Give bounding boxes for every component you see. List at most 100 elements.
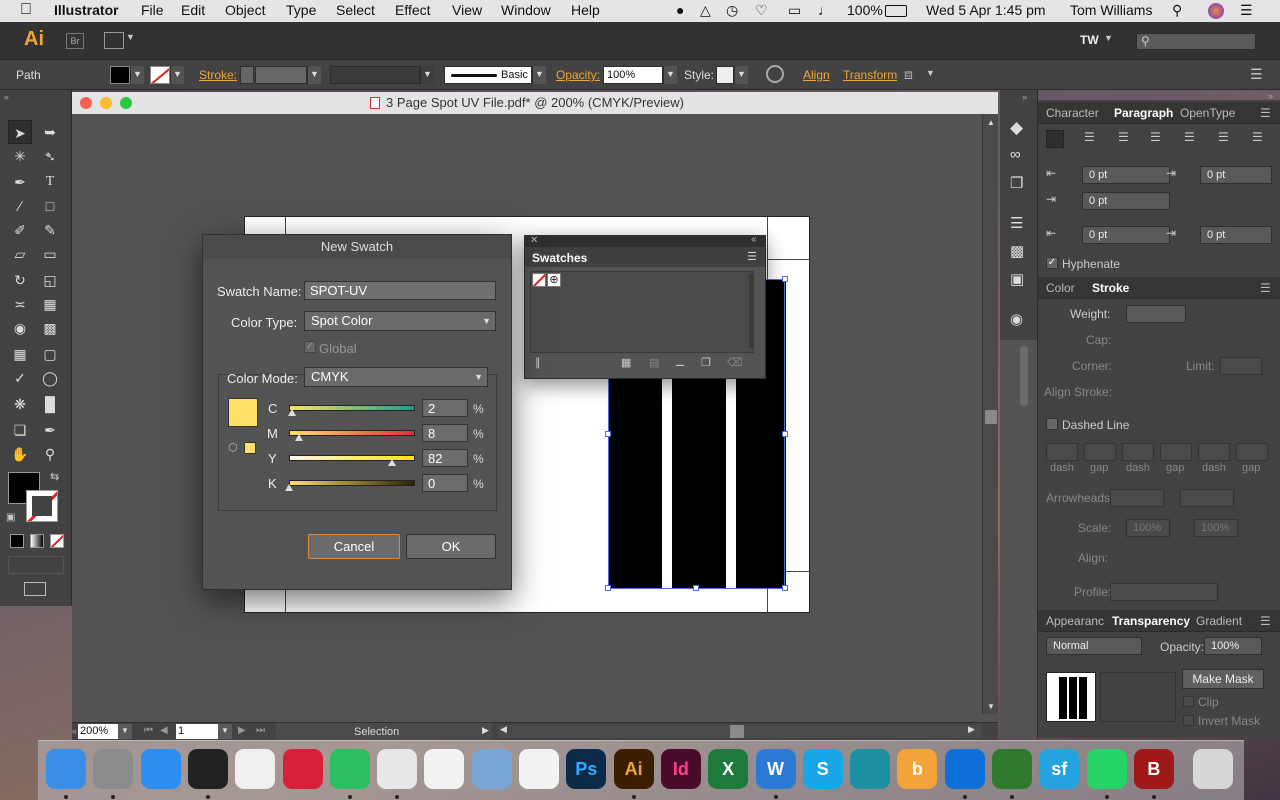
space-before-field[interactable]: 0 pt — [1082, 226, 1170, 244]
scroll-left-icon[interactable]: ◀ — [500, 724, 507, 735]
zoom-level-field[interactable]: 200% — [78, 724, 118, 739]
menu-effect[interactable]: Effect — [395, 2, 431, 18]
global-checkbox[interactable]: ✓ — [304, 341, 316, 353]
swatch-registration[interactable]: ⊕ — [547, 273, 561, 287]
opacity-link[interactable]: Opacity: — [556, 68, 600, 82]
itunes-icon[interactable] — [235, 749, 276, 789]
evernote-icon[interactable] — [329, 749, 370, 789]
width-tool-icon[interactable]: ≍ — [8, 292, 32, 316]
right-indent-field[interactable]: 0 pt — [1200, 166, 1272, 184]
yellow-input[interactable]: 82 — [422, 449, 468, 467]
selection-handle[interactable] — [605, 431, 611, 437]
tab-stroke[interactable]: Stroke — [1092, 281, 1129, 295]
magenta-slider[interactable] — [289, 430, 415, 436]
apple-icon[interactable]:  — [20, 1, 32, 19]
align-panel-icon[interactable]: ☰ — [1010, 214, 1023, 232]
selection-tool-icon[interactable]: ➤ — [8, 120, 32, 144]
align-right-icon[interactable]: ☰ — [1118, 130, 1129, 144]
tab-opentype[interactable]: OpenType — [1180, 106, 1235, 120]
siri-icon[interactable] — [1208, 3, 1224, 19]
dashboard-icon[interactable] — [187, 749, 228, 789]
horizontal-scroll-thumb[interactable] — [730, 725, 744, 738]
menu-window[interactable]: Window — [501, 2, 551, 18]
chevron-down-icon[interactable]: ▼ — [118, 724, 132, 739]
selection-handle[interactable] — [605, 585, 611, 591]
opacity-input[interactable]: 100% — [1204, 637, 1262, 655]
last-artboard-icon[interactable]: ⏭ — [256, 725, 265, 736]
gap-field-2[interactable] — [1160, 443, 1192, 461]
image-trace-icon[interactable]: ◉ — [1010, 310, 1023, 328]
cyan-input[interactable]: 2 — [422, 399, 468, 417]
chevron-down-icon[interactable]: ▼ — [170, 66, 184, 84]
screen-mode-icon[interactable] — [24, 582, 46, 596]
start-arrowhead-select[interactable] — [1110, 489, 1164, 507]
search-stock-input[interactable]: ⚲ — [1136, 33, 1256, 50]
chevron-down-icon[interactable]: ▼ — [926, 68, 935, 78]
swatch-options-icon[interactable]: ▤ — [649, 356, 659, 369]
airplay-icon[interactable]: ▭ — [788, 2, 801, 19]
eraser-icon[interactable]: ▭ — [38, 242, 62, 266]
control-panel-menu-icon[interactable]: ☰ — [1250, 66, 1263, 83]
hyphenate-checkbox[interactable]: ✓ — [1046, 257, 1058, 269]
cancel-button[interactable]: Cancel — [308, 534, 400, 559]
bookmark-app-icon[interactable]: b — [897, 749, 938, 789]
swap-colors-icon[interactable]: ⇆ — [50, 470, 59, 483]
illustrator-icon[interactable]: Ai — [613, 749, 654, 789]
pencil-icon[interactable]: ✎ — [38, 218, 62, 242]
blend-mode-select[interactable]: Normal — [1046, 637, 1142, 655]
selection-handle[interactable] — [693, 585, 699, 591]
paintbrush-icon[interactable]: ✐ — [8, 218, 32, 242]
delete-swatch-icon[interactable]: ⌫ — [727, 356, 743, 369]
collapse-icon[interactable]: » — [1022, 92, 1027, 102]
clock[interactable]: Wed 5 Apr 1:45 pm — [926, 2, 1046, 18]
scroll-up-icon[interactable]: ▲ — [987, 118, 995, 127]
align-center-icon[interactable]: ☰ — [1084, 130, 1095, 144]
scale-tool-icon[interactable]: ◱ — [38, 268, 62, 292]
pen-tool-icon[interactable]: ✒ — [8, 170, 32, 194]
dash-field-3[interactable] — [1198, 443, 1230, 461]
vertical-scroll-thumb[interactable] — [985, 410, 997, 424]
camtasia-icon[interactable] — [992, 749, 1032, 789]
dash-field-1[interactable] — [1046, 443, 1078, 461]
selection-handle[interactable] — [782, 431, 788, 437]
photoshop-icon[interactable]: Ps — [566, 749, 607, 789]
color-type-select[interactable]: Spot Color ▼ — [304, 311, 496, 331]
column-graph-icon[interactable]: █ — [38, 392, 62, 416]
next-artboard-icon[interactable]: ▶ — [238, 725, 246, 736]
invert-mask-checkbox[interactable] — [1183, 715, 1194, 726]
recolor-artwork-icon[interactable] — [766, 65, 784, 83]
panel-menu-icon[interactable]: ☰ — [1260, 106, 1271, 120]
left-indent-field[interactable]: 0 pt — [1082, 166, 1170, 184]
stroke-link[interactable]: Stroke: — [199, 68, 237, 82]
dashed-line-checkbox[interactable] — [1046, 418, 1058, 430]
drive-status-icon[interactable]: △ — [700, 2, 711, 19]
mesh-tool-icon[interactable]: ▦ — [8, 342, 32, 366]
swatch-libraries-icon[interactable]: ∥ — [535, 356, 541, 369]
menu-help[interactable]: Help — [571, 2, 600, 18]
drawing-modes-icon[interactable] — [8, 556, 64, 574]
salesforce-icon[interactable]: sf — [1039, 749, 1080, 789]
make-mask-button[interactable]: Make Mask — [1182, 669, 1264, 689]
tab-swatches[interactable]: Swatches — [532, 251, 587, 265]
type-tool-icon[interactable]: T — [38, 170, 62, 194]
mask-thumbnail[interactable] — [1100, 672, 1176, 722]
justify-left-icon[interactable]: ☰ — [1150, 130, 1161, 144]
symbol-sprayer-icon[interactable]: ❋ — [8, 392, 32, 416]
first-line-indent-field[interactable]: 0 pt — [1082, 192, 1170, 210]
color-mode-select[interactable]: CMYK ▼ — [304, 367, 488, 387]
line-tool-icon[interactable]: ∕ — [8, 194, 32, 218]
miter-limit-field[interactable] — [1220, 357, 1262, 375]
transform-link[interactable]: Transform — [843, 68, 897, 82]
evernote-status-icon[interactable]: ● — [676, 2, 684, 18]
finder-icon[interactable] — [46, 749, 86, 789]
chevron-down-icon[interactable]: ▼ — [307, 66, 321, 84]
chevron-down-icon[interactable]: ▼ — [420, 66, 434, 84]
menu-file[interactable]: File — [141, 2, 164, 18]
spotlight-icon[interactable]: ⚲ — [1172, 2, 1182, 19]
lips-app-icon[interactable] — [282, 749, 323, 789]
tab-color[interactable]: Color — [1046, 281, 1075, 295]
black-slider-thumb[interactable] — [285, 484, 293, 491]
close-window-icon[interactable] — [80, 97, 92, 109]
rotate-tool-icon[interactable]: ↻ — [8, 268, 32, 292]
menu-type[interactable]: Type — [286, 2, 316, 18]
